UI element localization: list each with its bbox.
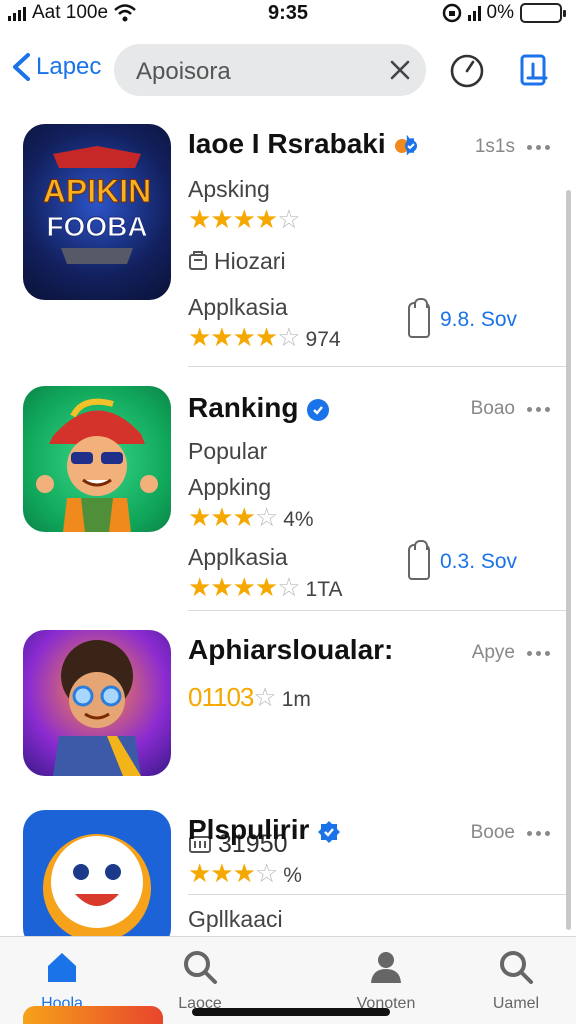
search-query: Apoisora: [136, 58, 231, 85]
share-icon[interactable]: [514, 50, 554, 90]
rating-count: 974: [305, 328, 341, 351]
result-meta[interactable]: Apye: [472, 642, 550, 664]
scrollbar[interactable]: [566, 190, 571, 930]
verified-icon: [318, 820, 341, 843]
status-bar: Aat 100e 9:35 0%: [0, 0, 576, 30]
cartoon-boy-icon: [23, 386, 171, 532]
more-options-icon[interactable]: [527, 830, 550, 836]
rating-stars: ★★★☆%: [188, 858, 302, 888]
badge-icon: [394, 134, 417, 156]
result-title: Ranking: [188, 392, 330, 424]
back-label: Lapec: [36, 53, 102, 80]
download-size-text: 9.8. Sov: [440, 308, 518, 331]
smiley-icon: [23, 810, 171, 950]
more-options-icon[interactable]: [527, 406, 550, 412]
verified-icon: [307, 398, 330, 421]
rating-text: 01103: [188, 682, 254, 712]
result-line1b: Appking: [188, 474, 272, 500]
result-item[interactable]: Ranking Boao Popular Appking ★★★☆ 4% Appl…: [0, 368, 576, 611]
person-icon: [371, 952, 401, 983]
download-size-text: 0.3. Sov: [440, 550, 518, 573]
result-meta[interactable]: Booe: [471, 822, 550, 844]
download-icon: [408, 298, 430, 338]
home-icon: [48, 953, 76, 982]
tab-home[interactable]: Hoola: [2, 947, 122, 1013]
rating-count: 1m: [281, 688, 311, 711]
result-title-text: Plspulirir: [188, 814, 310, 845]
result-meta[interactable]: 1s1s: [475, 136, 550, 158]
result-meta-text: Boao: [470, 398, 515, 419]
cell-icon: [467, 5, 481, 21]
result-line2: Applkasia: [188, 294, 288, 320]
result-tag: Hiozari: [188, 248, 286, 275]
download-icon: [408, 540, 430, 580]
back-button[interactable]: Lapec: [10, 52, 101, 82]
rating-stars: 01103☆ 1m: [188, 682, 311, 712]
search-header: Lapec Apoisora: [0, 40, 576, 102]
tab-search[interactable]: Laoce: [140, 947, 260, 1013]
result-item[interactable]: APIKIN FOOBA Iaoe I Rsrabaki 1s1s Apskin…: [0, 106, 576, 367]
more-options-icon[interactable]: [527, 144, 550, 150]
result-meta-text: Apye: [471, 642, 515, 663]
search-icon: [500, 951, 533, 984]
apkin-fooba-game-icon: APIKIN FOOBA: [23, 124, 171, 300]
result-item[interactable]: Aphiarsloualar: Apye 01103☆ 1m: [0, 612, 576, 895]
result-title: Aphiarsloualar:: [188, 634, 394, 665]
clear-search-icon[interactable]: [386, 56, 414, 84]
row-separator: [188, 610, 566, 611]
tab-search-2[interactable]: Uamel: [456, 947, 576, 1013]
lock-rotation-icon: [442, 3, 461, 23]
rating-stars-2: ★★★★☆ 1TA: [188, 572, 343, 602]
bag-icon: [189, 251, 207, 270]
search-icon: [184, 951, 217, 984]
rating-stars-2: ★★★★☆ 974: [188, 322, 341, 352]
download-size[interactable]: 0.3. Sov: [408, 540, 518, 580]
tab-label: Uamel: [492, 995, 540, 1012]
result-line2: Applkasia: [188, 544, 288, 570]
result-title-text: Iaoe I Rsrabaki: [188, 128, 386, 159]
next-app-icon-peek: [23, 1006, 163, 1024]
rating-count: 4%: [283, 508, 314, 531]
result-title: Plspulirir: [188, 814, 341, 846]
result-subtitle: Apsking: [188, 176, 270, 202]
rating-count: 1TA: [305, 578, 343, 601]
rating-count: %: [283, 864, 302, 887]
rating-stars: ★★★☆ 4%: [188, 502, 314, 532]
icon-text-top: APIKIN: [43, 173, 151, 209]
tab-profile[interactable]: Vonoten: [326, 947, 446, 1013]
result-meta[interactable]: Boao: [471, 398, 550, 420]
result-title: Iaoe I Rsrabaki: [188, 128, 418, 160]
battery-icon: [520, 3, 566, 23]
result-meta-text: Booe: [470, 822, 515, 843]
cartoon-man-icon: [23, 630, 171, 776]
status-right: 0%: [442, 2, 566, 24]
search-field[interactable]: Apoisora: [114, 44, 426, 96]
result-tag-text: Hiozari: [214, 248, 286, 274]
download-size[interactable]: 9.8. Sov: [408, 298, 518, 338]
icon-text-bottom: FOOBA: [46, 211, 147, 242]
timer-icon[interactable]: [447, 50, 487, 90]
result-line2: Gpllkaaci: [188, 906, 283, 932]
more-options-icon[interactable]: [527, 650, 550, 656]
row-separator: [188, 366, 566, 367]
home-indicator: [192, 1008, 390, 1016]
chevron-left-icon: [13, 53, 30, 81]
result-title-text: Ranking: [188, 392, 299, 423]
rating-stars: ★★★★☆: [188, 204, 301, 234]
result-meta-text: 1s1s: [474, 136, 515, 157]
result-item[interactable]: Plspulirir Booe ★★★☆% Gpllkaaci: [0, 796, 576, 950]
result-subtitle: Popular: [188, 438, 268, 464]
battery-percent: 0%: [486, 2, 514, 23]
